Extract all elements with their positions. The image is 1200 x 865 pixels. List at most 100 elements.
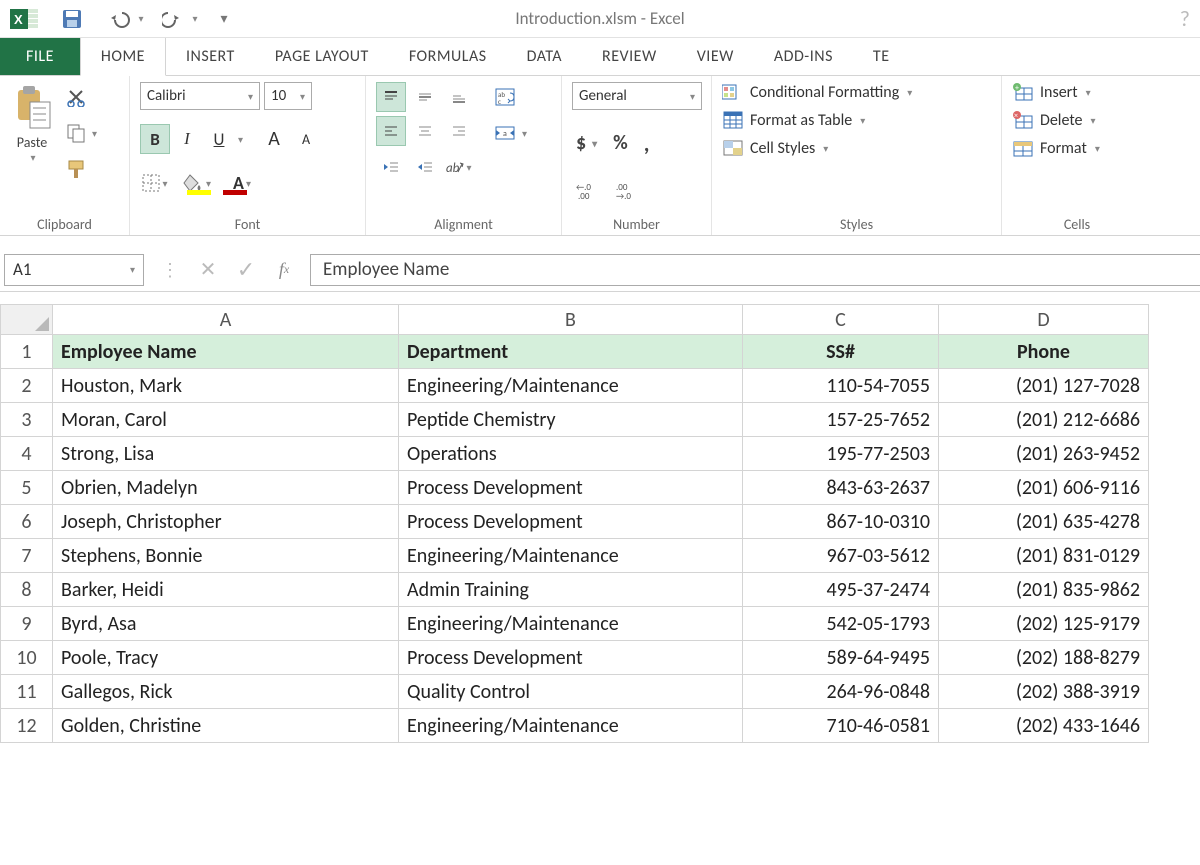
cell[interactable]: Byrd, Asa [53, 607, 399, 641]
cell[interactable]: Poole, Tracy [53, 641, 399, 675]
cancel-formula-button[interactable]: ✕ [194, 256, 222, 284]
cell[interactable]: SS# [743, 335, 939, 369]
borders-button[interactable]: ▾ [140, 168, 170, 198]
cell[interactable]: Department [399, 335, 743, 369]
help-icon[interactable]: ? [1180, 5, 1190, 32]
cell[interactable]: (202) 188-8279 [939, 641, 1149, 675]
cell[interactable]: Joseph, Christopher [53, 505, 399, 539]
orientation-button[interactable]: ab▾ [444, 152, 474, 182]
copy-button[interactable]: ▾ [62, 118, 101, 148]
cell[interactable]: 110-54-7055 [743, 369, 939, 403]
row-header[interactable]: 7 [1, 539, 53, 573]
row-header[interactable]: 1 [1, 335, 53, 369]
cell[interactable]: Barker, Heidi [53, 573, 399, 607]
cell[interactable]: Operations [399, 437, 743, 471]
wrap-text-button[interactable]: abc [490, 82, 531, 112]
tab-review[interactable]: REVIEW [582, 38, 677, 75]
cell[interactable]: Strong, Lisa [53, 437, 399, 471]
row-header[interactable]: 4 [1, 437, 53, 471]
cell[interactable]: Process Development [399, 471, 743, 505]
cell[interactable]: Quality Control [399, 675, 743, 709]
align-left-button[interactable] [376, 116, 406, 146]
conditional-formatting-button[interactable]: Conditional Formatting▾ [722, 82, 912, 102]
insert-cells-button[interactable]: + Insert▾ [1012, 82, 1100, 102]
percent-button[interactable]: % [609, 128, 632, 158]
cell-styles-button[interactable]: Cell Styles▾ [722, 138, 912, 158]
grow-font-button[interactable]: A [259, 124, 289, 154]
name-box[interactable]: A1▾ [4, 254, 144, 286]
cell[interactable]: Obrien, Madelyn [53, 471, 399, 505]
cell[interactable]: 710-46-0581 [743, 709, 939, 743]
col-header-A[interactable]: A [53, 305, 399, 335]
underline-dropdown[interactable]: ▾ [238, 133, 243, 146]
cell[interactable]: Engineering/Maintenance [399, 709, 743, 743]
tab-addins[interactable]: ADD-INS [754, 38, 853, 75]
redo-button[interactable]: ▾ [160, 4, 200, 34]
decrease-decimal-button[interactable]: .00→.0 [612, 176, 644, 206]
format-painter-button[interactable] [62, 154, 101, 184]
align-right-button[interactable] [444, 116, 474, 146]
bold-button[interactable]: B [140, 124, 170, 154]
align-top-button[interactable] [376, 82, 406, 112]
increase-decimal-button[interactable]: ←.0.00 [572, 176, 604, 206]
format-cells-button[interactable]: Format▾ [1012, 138, 1100, 158]
insert-function-button[interactable]: fx [270, 256, 298, 284]
cell[interactable]: (201) 212-6686 [939, 403, 1149, 437]
cell[interactable]: 843-63-2637 [743, 471, 939, 505]
number-format-select[interactable]: General▾ [572, 82, 702, 110]
underline-button[interactable]: U [204, 124, 234, 154]
cell[interactable]: 589-64-9495 [743, 641, 939, 675]
cell[interactable]: 967-03-5612 [743, 539, 939, 573]
row-header[interactable]: 9 [1, 607, 53, 641]
col-header-C[interactable]: C [743, 305, 939, 335]
cell[interactable]: (201) 635-4278 [939, 505, 1149, 539]
cell[interactable]: Gallegos, Rick [53, 675, 399, 709]
row-header[interactable]: 6 [1, 505, 53, 539]
cell[interactable]: Process Development [399, 505, 743, 539]
tab-formulas[interactable]: FORMULAS [389, 38, 507, 75]
cell[interactable]: (201) 127-7028 [939, 369, 1149, 403]
cell[interactable]: Golden, Christine [53, 709, 399, 743]
delete-cells-button[interactable]: × Delete▾ [1012, 110, 1100, 130]
cell[interactable]: 495-37-2474 [743, 573, 939, 607]
spreadsheet-grid[interactable]: A B C D 1 Employee Name Department SS# P… [0, 304, 1149, 743]
cell[interactable]: 195-77-2503 [743, 437, 939, 471]
increase-indent-button[interactable] [410, 152, 440, 182]
row-header[interactable]: 2 [1, 369, 53, 403]
cell[interactable]: Employee Name [53, 335, 399, 369]
align-middle-button[interactable] [410, 82, 440, 112]
italic-button[interactable]: I [172, 124, 202, 154]
cut-button[interactable] [62, 82, 101, 112]
row-header[interactable]: 3 [1, 403, 53, 437]
tab-home[interactable]: HOME [80, 38, 166, 76]
tab-data[interactable]: DATA [507, 38, 582, 75]
align-bottom-button[interactable] [444, 82, 474, 112]
save-button[interactable] [52, 4, 92, 34]
cell[interactable]: Engineering/Maintenance [399, 539, 743, 573]
row-header[interactable]: 5 [1, 471, 53, 505]
cell[interactable]: 542-05-1793 [743, 607, 939, 641]
tab-file[interactable]: FILE [0, 38, 80, 75]
align-center-button[interactable] [410, 116, 440, 146]
paste-button[interactable]: Paste ▾ [10, 82, 54, 166]
cell[interactable]: Phone [939, 335, 1149, 369]
col-header-B[interactable]: B [399, 305, 743, 335]
select-all-corner[interactable] [1, 305, 53, 335]
font-name-select[interactable]: Calibri▾ [140, 82, 260, 110]
tab-view[interactable]: VIEW [677, 38, 754, 75]
cell[interactable]: Stephens, Bonnie [53, 539, 399, 573]
cell[interactable]: 157-25-7652 [743, 403, 939, 437]
tab-extra[interactable]: Te [853, 38, 890, 75]
cell[interactable]: Engineering/Maintenance [399, 607, 743, 641]
row-header[interactable]: 11 [1, 675, 53, 709]
cell[interactable]: (201) 835-9862 [939, 573, 1149, 607]
row-header[interactable]: 8 [1, 573, 53, 607]
format-as-table-button[interactable]: Format as Table▾ [722, 110, 912, 130]
tab-insert[interactable]: INSERT [166, 38, 255, 75]
cell[interactable]: Admin Training [399, 573, 743, 607]
cell[interactable]: (201) 263-9452 [939, 437, 1149, 471]
currency-button[interactable]: $▾ [572, 128, 601, 158]
cell[interactable]: (201) 831-0129 [939, 539, 1149, 573]
cell[interactable]: Process Development [399, 641, 743, 675]
font-size-select[interactable]: 10▾ [264, 82, 312, 110]
